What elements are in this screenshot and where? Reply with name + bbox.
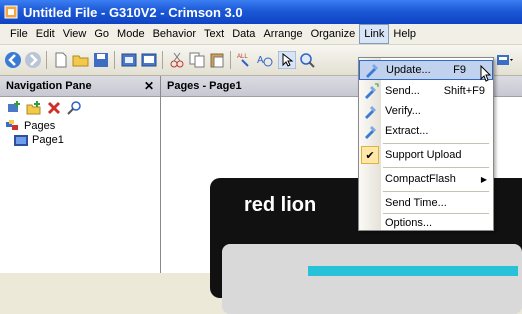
submenu-arrow-icon: ▶ [480, 174, 487, 184]
title-bar: Untitled File - G310V2 - Crimson 3.0 [0, 0, 522, 24]
device-screen[interactable] [222, 244, 522, 314]
menu-item-options[interactable]: Options... [359, 213, 493, 233]
cut-icon[interactable] [168, 51, 186, 69]
find-all-icon[interactable]: ALL [236, 51, 254, 69]
menu-separator [383, 191, 489, 192]
navigation-pane-title: Navigation Pane [6, 80, 92, 92]
find-text-icon[interactable]: A [256, 51, 274, 69]
device-screen-bar [308, 266, 518, 276]
tree-item-label: Pages [24, 120, 56, 132]
add-folder-icon[interactable] [26, 100, 42, 116]
menu-item-label: Extract... [385, 125, 429, 137]
menu-go[interactable]: Go [90, 24, 113, 44]
menu-data[interactable]: Data [228, 24, 259, 44]
monitor-icon[interactable] [140, 51, 158, 69]
color-palette-icon[interactable] [496, 51, 514, 69]
menu-organize[interactable]: Organize [307, 24, 360, 44]
menu-item-shortcut: Shift+F9 [443, 85, 485, 97]
navigation-pane-header: Navigation Pane ✕ [0, 76, 160, 97]
page-editor-title: Pages - Page1 [167, 80, 242, 92]
add-page-icon[interactable] [6, 100, 22, 116]
menu-item-label: Send Time... [385, 197, 447, 209]
window-title: Untitled File - G310V2 - Crimson 3.0 [23, 4, 243, 20]
back-icon[interactable] [4, 51, 22, 69]
toolbar-separator [162, 51, 163, 69]
pages-folder-icon [6, 120, 18, 130]
menu-link[interactable]: Link [359, 24, 390, 44]
search-icon[interactable] [66, 100, 82, 116]
menu-item-send-time[interactable]: Send Time... [359, 193, 493, 213]
menu-arrange[interactable]: Arrange [259, 24, 306, 44]
open-folder-icon[interactable] [72, 51, 90, 69]
menu-mode[interactable]: Mode [113, 24, 149, 44]
menu-separator [383, 143, 489, 144]
menu-bar: File Edit View Go Mode Behavior Text Dat… [0, 24, 522, 45]
tree-item-label: Page1 [32, 134, 64, 146]
update-icon [366, 64, 378, 78]
menu-item-label: Verify... [385, 105, 421, 117]
download-icon[interactable] [120, 51, 138, 69]
page-icon [14, 134, 28, 146]
menu-item-label: Support Upload [385, 149, 462, 161]
zoom-icon[interactable] [298, 51, 316, 69]
menu-file[interactable]: File [6, 24, 32, 44]
extract-icon [365, 126, 376, 139]
forward-icon[interactable] [24, 51, 42, 69]
toolbar-separator [230, 51, 231, 69]
save-icon[interactable] [92, 51, 110, 69]
toolbar-separator [114, 51, 115, 69]
link-menu-dropdown: Update... F9 Send... Shift+F9 Verify... … [358, 57, 494, 231]
pointer-tool-icon[interactable] [278, 51, 296, 69]
menu-item-label: CompactFlash [385, 173, 456, 185]
svg-text:A: A [257, 55, 264, 66]
tree-item-pages[interactable]: Pages [0, 119, 160, 133]
new-file-icon[interactable] [52, 51, 70, 69]
menu-item-send[interactable]: Send... Shift+F9 [359, 81, 493, 101]
menu-help[interactable]: Help [389, 24, 420, 44]
menu-item-compactflash[interactable]: CompactFlash ▶ [359, 169, 493, 189]
device-logo: red lion [244, 194, 316, 217]
send-icon [365, 83, 379, 99]
navigation-toolbar [0, 97, 160, 119]
menu-item-extract[interactable]: Extract... [359, 121, 493, 141]
copy-icon[interactable] [188, 51, 206, 69]
menu-view[interactable]: View [59, 24, 91, 44]
menu-item-support-upload[interactable]: ✔ Support Upload [359, 145, 493, 165]
checkmark-icon: ✔ [361, 146, 379, 164]
device-logo-text: red lion [244, 194, 317, 216]
menu-behavior[interactable]: Behavior [149, 24, 200, 44]
menu-item-label: Send... [385, 85, 420, 97]
navigation-pane: Navigation Pane ✕ Pages Page1 [0, 76, 161, 273]
menu-item-verify[interactable]: Verify... [359, 101, 493, 121]
menu-separator [383, 167, 489, 168]
delete-icon[interactable] [46, 100, 62, 116]
app-icon [4, 5, 18, 19]
menu-edit[interactable]: Edit [32, 24, 59, 44]
menu-item-update[interactable]: Update... F9 [359, 60, 493, 82]
paste-icon[interactable] [208, 51, 226, 69]
close-pane-button[interactable]: ✕ [144, 79, 154, 93]
menu-item-shortcut: F9 [453, 64, 466, 76]
menu-item-label: Options... [385, 217, 433, 229]
menu-item-label: Update... [386, 64, 431, 76]
toolbar-separator [46, 51, 47, 69]
verify-icon [365, 106, 376, 119]
svg-text:ALL: ALL [237, 54, 248, 60]
tree-item-page1[interactable]: Page1 [0, 133, 160, 147]
menu-text[interactable]: Text [200, 24, 228, 44]
